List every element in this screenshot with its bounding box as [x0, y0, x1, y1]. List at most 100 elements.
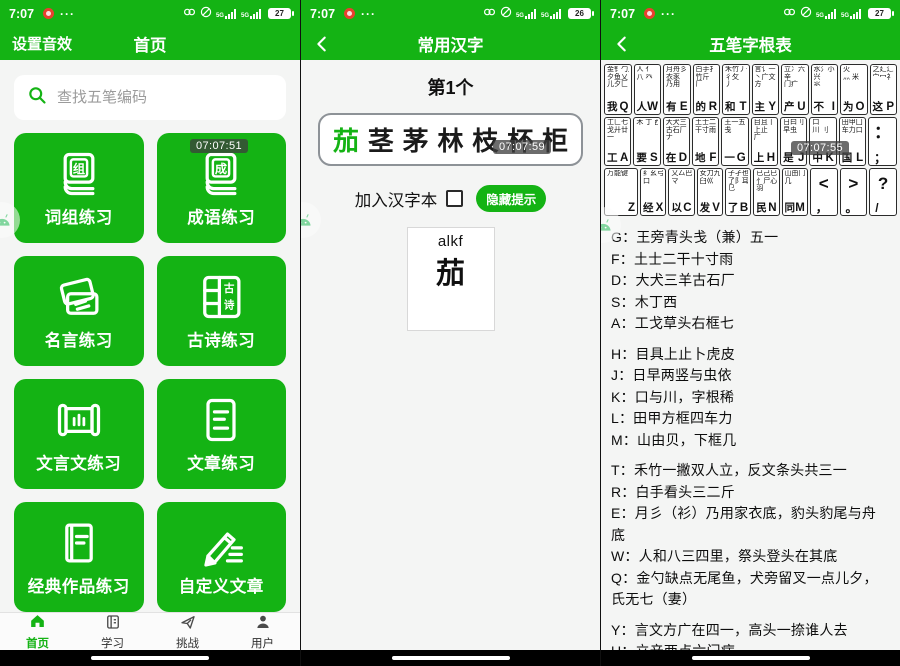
wubi-key-I[interactable]: 水氵小兴氺不I	[811, 64, 839, 115]
nav-label: 首页	[26, 635, 49, 651]
svg-text:古: 古	[224, 282, 235, 295]
search-bar[interactable]	[14, 75, 286, 120]
wubi-key-T[interactable]: 禾竹丿一彳攵丿和T	[722, 64, 750, 115]
add-to-book-checkbox[interactable]	[446, 190, 463, 207]
practice-tile[interactable]: 名言练习	[14, 256, 144, 366]
wubi-keyboard: 金钅勹儿夕鱼乂儿夕匚我Q人 亻八 癶人W月舟彡衣豕乃用有E白手扌斤竹斤厂的R禾竹…	[604, 64, 897, 216]
punct-key[interactable]: ：；	[868, 117, 897, 166]
punct-key[interactable]: ?/	[869, 168, 897, 216]
wubi-key-X[interactable]: 纟幺弓匕口经X	[640, 168, 666, 216]
wubi-key-G[interactable]: 王一五戋一G	[721, 117, 748, 166]
key-letter: I	[832, 102, 835, 113]
rule-line: W：人和八三四里，祭头登头在其底	[611, 546, 890, 568]
practice-tile[interactable]: 经典作品练习	[14, 502, 144, 612]
back-button[interactable]	[613, 34, 631, 54]
rule-line: M：山由贝，下框几	[611, 430, 890, 452]
back-button[interactable]	[313, 34, 331, 54]
key-radicals: 已己巳乙忄尸心羽	[756, 170, 776, 203]
key-letter: U	[797, 102, 805, 113]
nav-item-study[interactable]: 学习	[75, 613, 150, 650]
rule-line: H：目具上止卜虎皮	[611, 344, 890, 366]
key-example-char: 以	[671, 203, 682, 214]
rule-line: R：白手看头三二斤	[611, 482, 890, 504]
rule-line: T：禾竹一撇双人立，反文条头共三一	[611, 460, 890, 482]
study-icon	[104, 613, 122, 634]
nav-label: 学习	[101, 635, 124, 651]
nav-item-challenge[interactable]: 挑战	[150, 613, 225, 650]
char-item: 茎	[368, 121, 394, 158]
punct-key[interactable]: <，	[810, 168, 838, 216]
search-input[interactable]	[57, 89, 273, 106]
wubi-key-O[interactable]: 火灬 米为O	[840, 64, 868, 115]
rule-line: L：田甲方框四车力	[611, 408, 890, 430]
wubi-key-S[interactable]: 木 丁 西要S	[633, 117, 660, 166]
key-letter: T	[739, 102, 746, 113]
practice-tile[interactable]: 自定义文章	[157, 502, 287, 612]
more-dots-icon: ···	[361, 7, 376, 21]
wubi-key-R[interactable]: 白手扌斤竹斤厂的R	[693, 64, 721, 115]
wubi-key-U[interactable]: 立冫六辛门疒产U	[781, 64, 809, 115]
hide-hint-button[interactable]: 隐藏提示	[476, 185, 546, 212]
nav-item-home[interactable]: 首页	[0, 613, 75, 650]
nav-item-user[interactable]: 用户	[225, 613, 300, 650]
key-example-char: 在	[666, 153, 677, 164]
wubi-key-A[interactable]: 工匚七弋戈廾廿艹一工A	[604, 117, 631, 166]
wubi-key-F[interactable]: 土士二十干寸雨地F	[692, 117, 719, 166]
key-letter: N	[768, 203, 776, 214]
key-radicals: 女刀九彐臼巛	[700, 170, 720, 203]
practice-tile[interactable]: 古诗古诗练习	[157, 256, 287, 366]
app-bar: 常用汉字	[301, 27, 600, 60]
wubi-key-D[interactable]: 大犬三古石厂ナ在D	[663, 117, 690, 166]
wubi-key-H[interactable]: 目且丨卜上止广上H	[751, 117, 778, 166]
cards-icon	[53, 271, 105, 323]
wubi-key-B[interactable]: 子孑也凵了阝耳卩㔾了B	[725, 168, 751, 216]
pencil-icon	[195, 517, 247, 569]
gesture-bar	[301, 650, 600, 666]
wubi-key-N[interactable]: 已己巳乙忄尸心羽民N	[753, 168, 779, 216]
key-letter: X	[656, 203, 664, 214]
key-radicals: 纟幺弓匕口	[643, 170, 663, 203]
gesture-pill[interactable]	[392, 656, 510, 660]
mute-icon	[200, 5, 212, 23]
key-example-char: 工	[607, 153, 618, 164]
common-chars-screen: 7:07 ··· 5G 5G 26 常用汉字 第1个 茄茎茅林枝杯柜 07:07…	[300, 0, 600, 666]
wubi-key-M[interactable]: 山由冂贝几同M	[782, 168, 808, 216]
key-radicals: 目且丨卜上止广	[754, 119, 775, 153]
practice-tile[interactable]: 组词组练习	[14, 133, 144, 243]
nav-label: 挑战	[176, 635, 199, 651]
clock: 7:07	[310, 7, 335, 21]
wubi-key-Y[interactable]: 言讠一亠丶广文方主Y	[752, 64, 780, 115]
punct-key[interactable]: >。	[840, 168, 868, 216]
key-example-char: 有	[666, 102, 677, 113]
recording-timestamp: 07:07:55	[791, 141, 849, 155]
key-letter: Z	[628, 203, 635, 214]
key-example-char: 地	[695, 153, 706, 164]
sound-settings-button[interactable]: 设置音效	[12, 33, 72, 54]
practice-tile[interactable]: 文章练习	[157, 379, 287, 489]
wubi-key-C[interactable]: 又厶巴马マ以C	[668, 168, 694, 216]
wubi-key-Q[interactable]: 金钅勹儿夕鱼乂儿夕匚我Q	[604, 64, 632, 115]
gesture-pill[interactable]	[692, 656, 810, 660]
key-example-char: 和	[725, 102, 736, 113]
wubi-key-W[interactable]: 人 亻八 癶人W	[634, 64, 662, 115]
signal-icon-sim1: 5G	[816, 9, 837, 19]
tile-label: 成语练习	[187, 204, 255, 228]
gesture-bar	[0, 650, 300, 666]
practice-tile[interactable]: 文言文练习	[14, 379, 144, 489]
key-letter: F	[709, 153, 716, 164]
key-example-char: 为	[843, 102, 854, 113]
wubi-key-P[interactable]: 之廴辶宀冖礻这P	[870, 64, 898, 115]
gesture-pill[interactable]	[91, 656, 209, 660]
key-example-char: 这	[873, 102, 884, 113]
link-icon	[783, 5, 796, 23]
wubi-key-E[interactable]: 月舟彡衣豕乃用有E	[663, 64, 691, 115]
book-group-icon: 组	[53, 148, 105, 200]
key-radicals: 万能键	[607, 170, 635, 203]
hint-character: 茄	[436, 250, 465, 292]
wubi-key-V[interactable]: 女刀九彐臼巛发V	[697, 168, 723, 216]
key-letter: O	[856, 102, 865, 113]
tile-label: 自定义文章	[179, 573, 264, 597]
mute-icon	[800, 5, 812, 23]
key-radicals: 白手扌斤竹斤厂	[696, 66, 718, 102]
keyboard-row: 金钅勹儿夕鱼乂儿夕匚我Q人 亻八 癶人W月舟彡衣豕乃用有E白手扌斤竹斤厂的R禾竹…	[604, 64, 897, 115]
